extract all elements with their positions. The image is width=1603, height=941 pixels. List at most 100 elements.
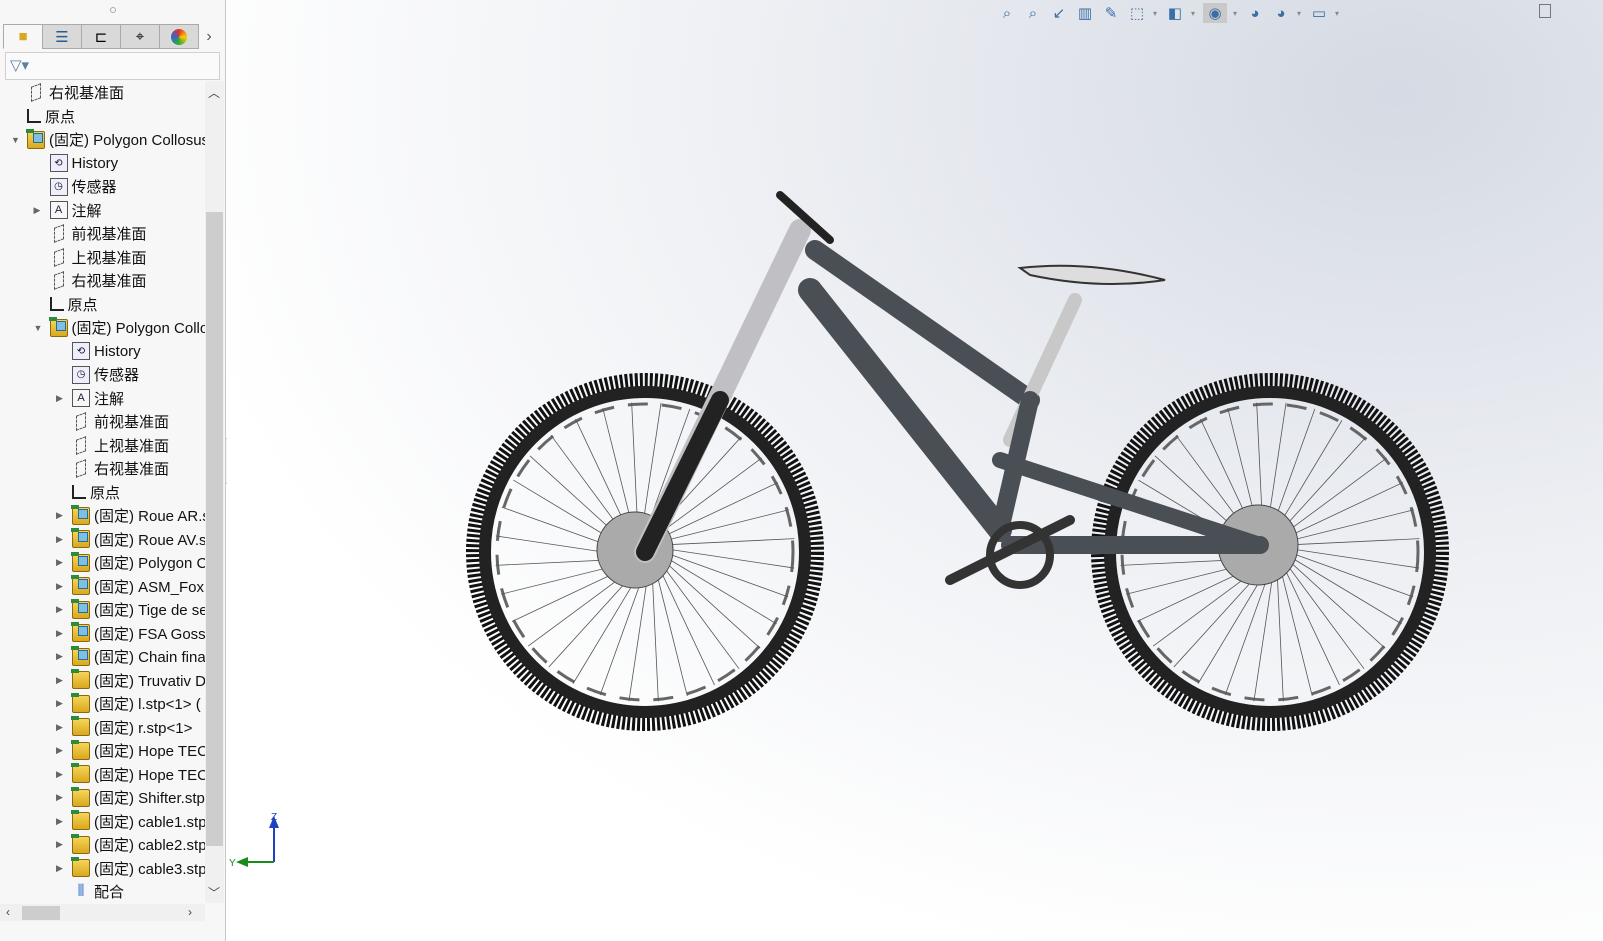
tree-item[interactable]: ▶ (固定) cable3.stp: [56, 857, 205, 880]
tree-item[interactable]: ▶ (固定) r.stp<1>: [56, 716, 192, 739]
spoke: [655, 556, 740, 670]
tree-item[interactable]: 前视基准面: [50, 222, 147, 245]
tree-item[interactable]: 右视基准面: [27, 81, 124, 104]
tree-item[interactable]: ▶ (固定) Polygon Collosus: [56, 551, 205, 574]
tree-item[interactable]: 上视基准面: [72, 434, 169, 457]
tree-item-label: (固定) Polygon Collosus: [49, 132, 205, 149]
tree-item[interactable]: ▶ A 注解: [34, 199, 102, 222]
expand-arrow-icon[interactable]: ▶: [56, 863, 66, 874]
display-style-icon[interactable]: ◧: [1165, 3, 1185, 23]
expand-arrow-icon[interactable]: ▶: [34, 205, 44, 216]
expand-arrow-icon[interactable]: ▶: [56, 769, 66, 780]
tree-item[interactable]: 原点: [72, 481, 120, 504]
tree-item-label: (固定) FSA Goss.: [94, 625, 205, 643]
tree-item[interactable]: ▶ (固定) Tige de selle: [56, 598, 205, 621]
tree-item[interactable]: ◷ 传感器: [72, 363, 139, 386]
tree-item[interactable]: ▶ (固定) Hope TECH: [56, 763, 205, 786]
dropdown-arrow-icon[interactable]: ▾: [1153, 9, 1159, 18]
tree-item[interactable]: ▶ (固定) Shifter.stp: [56, 786, 205, 809]
edit-appearance-icon[interactable]: ◕: [1245, 3, 1265, 23]
expand-arrow-icon[interactable]: ▶: [56, 722, 66, 733]
vertical-scroll-thumb[interactable]: [206, 212, 223, 846]
tree-item[interactable]: ⟲ History: [72, 340, 141, 363]
tree-item[interactable]: 上视基准面: [50, 246, 147, 269]
tree-item[interactable]: ⫴ 配合: [72, 880, 124, 903]
scroll-down-icon[interactable]: ﹀: [208, 884, 220, 901]
spoke: [1278, 560, 1313, 697]
configurationmanager-tab[interactable]: ⊏: [81, 24, 121, 49]
zoom-to-fit-icon[interactable]: ⌕: [997, 3, 1017, 23]
tree-item[interactable]: 原点: [49, 293, 98, 316]
expand-arrow-icon[interactable]: ▶: [56, 651, 66, 662]
section-view-icon[interactable]: ▥: [1075, 3, 1095, 23]
tree-item[interactable]: ▼ (固定) Polygon Collosus: [11, 128, 205, 151]
collapse-arrow-icon[interactable]: ▼: [34, 323, 44, 333]
propertymanager-tab[interactable]: ☰: [42, 24, 82, 49]
scroll-left-icon[interactable]: ‹: [6, 905, 10, 919]
expand-arrow-icon[interactable]: ▶: [56, 792, 66, 803]
apply-scene-icon[interactable]: ◕: [1271, 3, 1291, 23]
tree-item[interactable]: ▶ A 注解: [56, 387, 125, 410]
view-orientation-icon[interactable]: ⬚: [1127, 3, 1147, 23]
zoom-to-area-icon[interactable]: ⌕: [1023, 3, 1043, 23]
asm-icon: [48, 316, 68, 337]
tree-filter[interactable]: ▽▾: [5, 52, 220, 80]
expand-arrow-icon[interactable]: ▶: [56, 675, 66, 686]
expand-arrow-icon[interactable]: ▶: [56, 816, 66, 827]
tree-item[interactable]: ⟲ History: [49, 152, 118, 175]
tree-item[interactable]: 右视基准面: [72, 457, 169, 480]
expand-arrow-icon[interactable]: ▶: [56, 698, 66, 709]
horizontal-scroll-thumb[interactable]: [22, 906, 60, 920]
tree-item[interactable]: ◷ 传感器: [49, 175, 117, 198]
tree-item[interactable]: ▶ (固定) l.stp<1> (: [56, 692, 201, 715]
tree-item[interactable]: 原点: [27, 105, 75, 128]
scroll-up-icon[interactable]: ︿: [208, 84, 220, 101]
previous-view-icon[interactable]: ↙: [1049, 3, 1069, 23]
tree-item[interactable]: ▼ (固定) Polygon Collosus: [34, 316, 205, 339]
dropdown-arrow-icon[interactable]: ▾: [1297, 9, 1303, 18]
tree-item[interactable]: ▶ (固定) cable1.stp: [56, 810, 205, 833]
scroll-right-icon[interactable]: ›: [188, 905, 192, 919]
expand-arrow-icon[interactable]: ▶: [56, 745, 66, 756]
tree-item-label: 传感器: [71, 179, 117, 196]
origin-icon: [72, 485, 86, 499]
tree-item-label: 右视基准面: [94, 461, 170, 478]
expand-arrow-icon[interactable]: ▶: [56, 510, 66, 521]
displaymanager-tab[interactable]: [159, 24, 199, 49]
tree-item[interactable]: ▶ (固定) Truvativ D: [56, 669, 205, 692]
tree-item[interactable]: ▶ (固定) ASM_Fox: [56, 575, 204, 598]
tree-item[interactable]: 右视基准面: [50, 269, 147, 292]
tree-item[interactable]: 前视基准面: [72, 410, 169, 433]
spoke: [654, 558, 715, 686]
tree-item[interactable]: ▶ (固定) FSA Goss.: [56, 622, 205, 645]
expand-arrow-icon[interactable]: ▶: [56, 839, 66, 850]
expand-arrow-icon[interactable]: ▶: [56, 628, 66, 639]
expand-arrow-icon[interactable]: ▶: [56, 581, 66, 592]
dropdown-arrow-icon[interactable]: ▾: [1233, 9, 1239, 18]
collapse-arrow-icon[interactable]: ▼: [11, 135, 21, 145]
saddle: [1017, 264, 1166, 285]
dimxpert-tab[interactable]: ⌖: [120, 24, 160, 49]
expand-arrow-icon[interactable]: ▶: [56, 534, 66, 545]
tree-item[interactable]: ▶ (固定) Roue AV.stp: [56, 528, 205, 551]
feature-manager-panel: ■ ☰ ⊏ ⌖ › ▽▾ 右视基准面 原点 ▼ (固定) Polygon Collos…: [0, 0, 226, 941]
graphics-viewport[interactable]: ⌕ ⌕ ↙ ▥ ✎ ⬚ ▾ ◧ ▾ ◉ ▾ ◕ ◕ ▾ ▭ ▾ Z Y: [227, 0, 1603, 941]
asm-icon: [71, 692, 90, 713]
hide-show-items-icon[interactable]: ◉: [1203, 3, 1227, 23]
tree-item[interactable]: ▶ (固定) cable2.stp: [56, 833, 205, 856]
more-tabs-chevron-icon[interactable]: ›: [198, 24, 220, 49]
dropdown-arrow-icon[interactable]: ▾: [1335, 9, 1341, 18]
expand-arrow-icon[interactable]: ▶: [56, 393, 66, 404]
expand-arrow-icon[interactable]: ▶: [56, 604, 66, 615]
panel-grip[interactable]: [0, 0, 225, 20]
featuremanager-tab[interactable]: ■: [3, 24, 43, 49]
view-settings-icon[interactable]: ▭: [1309, 3, 1329, 23]
task-pane-toggle-icon[interactable]: [1539, 4, 1551, 18]
expand-arrow-icon[interactable]: ▶: [56, 557, 66, 568]
tree-item-label: 注解: [94, 390, 125, 408]
dropdown-arrow-icon[interactable]: ▾: [1191, 9, 1197, 18]
dynamic-annotation-icon[interactable]: ✎: [1101, 3, 1121, 23]
tree-item[interactable]: ▶ (固定) Hope TECH: [56, 739, 205, 762]
tree-item[interactable]: ▶ (固定) Roue AR.stp: [56, 504, 205, 527]
tree-item[interactable]: ▶ (固定) Chain final: [56, 645, 205, 668]
